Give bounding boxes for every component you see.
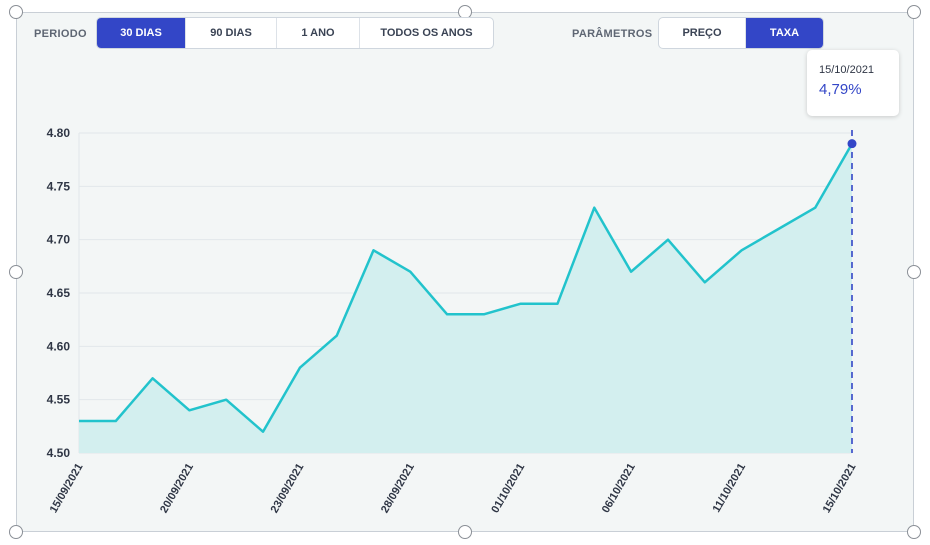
y-tick-label: 4.75 — [47, 179, 71, 193]
area-fill — [79, 143, 852, 453]
x-tick-label: 11/10/2021 — [711, 462, 749, 515]
x-tick-label: 06/10/2021 — [600, 462, 638, 516]
rate-chart: 4.50 4.55 4.60 4.65 4.70 4.75 4.80 15/09/2021 2… — [47, 126, 859, 516]
hover-point[interactable] — [847, 139, 857, 149]
y-axis: 4.50 4.55 4.60 4.65 4.70 4.75 4.80 — [47, 126, 71, 460]
x-tick-label: 01/10/2021 — [489, 462, 527, 516]
x-tick-label: 28/09/2021 — [379, 462, 417, 516]
x-axis: 15/09/2021 20/09/2021 23/09/2021 28/09/2021… — [48, 462, 859, 516]
tooltip: 15/10/2021 4,79% — [807, 50, 899, 116]
x-tick-label: 20/09/2021 — [158, 462, 196, 516]
y-tick-label: 4.70 — [47, 233, 71, 247]
y-tick-label: 4.60 — [47, 339, 71, 353]
x-tick-label: 23/09/2021 — [269, 462, 307, 516]
tooltip-value: 4,79% — [819, 81, 862, 98]
y-tick-label: 4.80 — [47, 126, 71, 140]
y-tick-label: 4.50 — [47, 446, 71, 460]
x-tick-label: 15/10/2021 — [821, 462, 859, 516]
y-tick-label: 4.55 — [47, 393, 71, 407]
x-tick-label: 15/09/2021 — [48, 462, 86, 516]
tooltip-date: 15/10/2021 — [819, 64, 875, 76]
y-tick-label: 4.65 — [47, 286, 71, 300]
